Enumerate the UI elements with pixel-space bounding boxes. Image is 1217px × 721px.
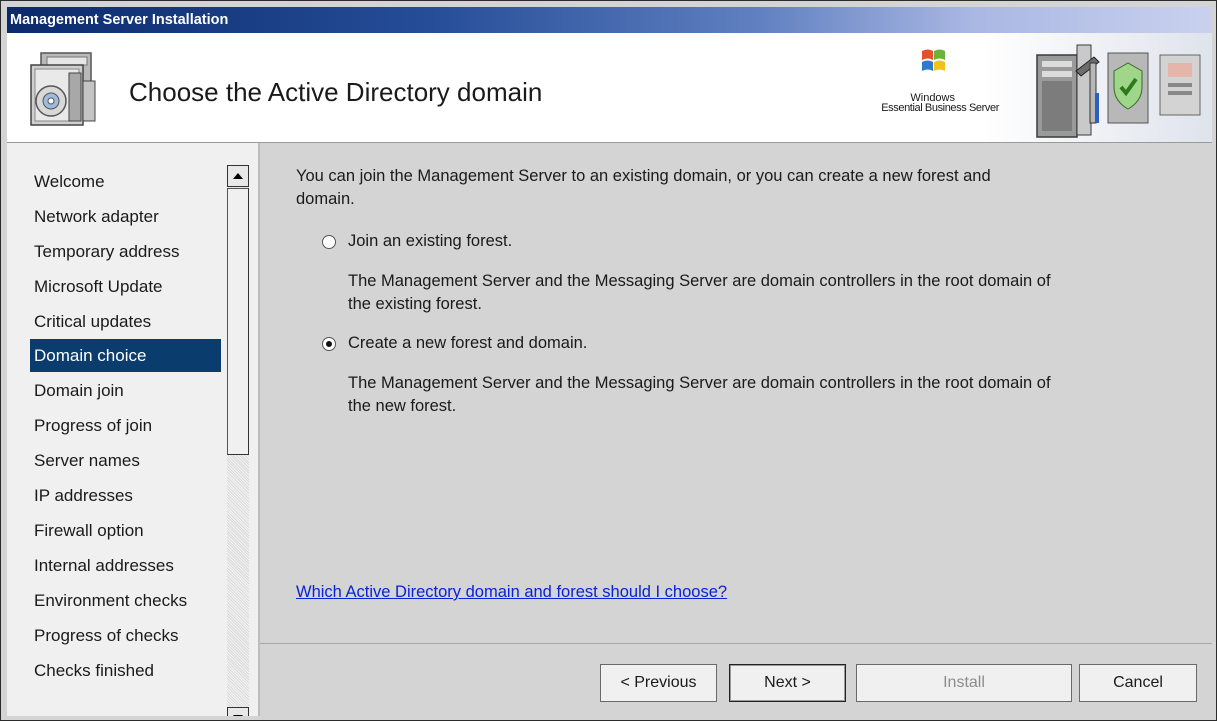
sidebar-item-temporary-address[interactable]: Temporary address [30, 235, 221, 268]
next-button[interactable]: Next > [729, 664, 846, 702]
sidebar-item-label: Progress of checks [34, 626, 179, 645]
scroll-down-button[interactable] [227, 707, 249, 716]
sidebar-item-checks-finished[interactable]: Checks finished [30, 654, 221, 687]
steps-sidebar: Welcome Network adapter Temporary addres… [7, 143, 260, 716]
brand-banner-image [862, 33, 1212, 142]
button-bar: < Previous Next > Install Cancel [260, 643, 1212, 716]
sidebar-item-internal-addresses[interactable]: Internal addresses [30, 549, 221, 582]
sidebar-item-label: IP addresses [34, 486, 133, 505]
radio-create-new-forest[interactable] [322, 337, 336, 351]
sidebar-item-welcome[interactable]: Welcome [30, 165, 221, 198]
sidebar-item-label: Network adapter [34, 207, 159, 226]
option-description-line2: the existing forest. [348, 295, 482, 313]
window-title: Management Server Installation [10, 12, 229, 28]
install-button[interactable]: Install [856, 664, 1072, 702]
setup-package-icon [30, 52, 96, 126]
scrollbar-thumb[interactable] [227, 188, 249, 455]
sidebar-item-label: Welcome [34, 172, 105, 191]
sidebar-item-ip-addresses[interactable]: IP addresses [30, 479, 221, 512]
sidebar-item-environment-checks[interactable]: Environment checks [30, 584, 221, 617]
sidebar-item-label: Temporary address [34, 242, 180, 261]
sidebar-item-domain-choice[interactable]: Domain choice [30, 339, 221, 372]
page-header: Choose the Active Directory domain Windo… [7, 33, 1212, 143]
scroll-up-button[interactable] [227, 165, 249, 187]
arrow-down-icon [233, 715, 243, 716]
help-link[interactable]: Which Active Directory domain and forest… [296, 581, 727, 604]
option-description-line1: The Management Server and the Messaging … [348, 374, 1051, 392]
option-label[interactable]: Create a new forest and domain. [348, 332, 587, 355]
option-description-line2: the new forest. [348, 397, 457, 415]
arrow-up-icon [233, 173, 243, 179]
installer-window: Management Server Installation Choose th… [0, 0, 1217, 721]
sidebar-item-label: Domain join [34, 381, 124, 400]
sidebar-item-label: Microsoft Update [34, 277, 163, 296]
sidebar-item-label: Checks finished [34, 661, 155, 680]
radio-selected-dot [326, 341, 332, 347]
sidebar-item-microsoft-update[interactable]: Microsoft Update [30, 270, 221, 303]
sidebar-item-label: Internal addresses [34, 556, 174, 575]
cancel-button[interactable]: Cancel [1079, 664, 1197, 702]
previous-button[interactable]: < Previous [600, 664, 717, 702]
sidebar-item-server-names[interactable]: Server names [30, 444, 221, 477]
sidebar-scrollbar[interactable] [227, 165, 249, 716]
radio-join-existing-forest[interactable] [322, 235, 336, 249]
intro-text-line1: You can join the Management Server to an… [296, 167, 991, 185]
option-description-line1: The Management Server and the Messaging … [348, 272, 1051, 290]
content-panel: You can join the Management Server to an… [260, 143, 1212, 643]
page-title: Choose the Active Directory domain [129, 77, 543, 107]
help-link-text[interactable]: Which Active Directory domain and forest… [296, 583, 727, 601]
sidebar-item-label: Progress of join [34, 416, 153, 435]
sidebar-item-label: Firewall option [34, 521, 144, 540]
intro-text-line2: domain. [296, 190, 355, 208]
sidebar-item-label: Domain choice [34, 346, 147, 365]
sidebar-item-firewall-option[interactable]: Firewall option [30, 514, 221, 547]
sidebar-item-network-adapter[interactable]: Network adapter [30, 200, 221, 233]
brand-name-line2: Essential Business Server [881, 102, 999, 114]
option-label[interactable]: Join an existing forest. [348, 230, 512, 253]
sidebar-item-label: Environment checks [34, 591, 188, 610]
sidebar-item-domain-join[interactable]: Domain join [30, 374, 221, 407]
sidebar-item-progress-of-join[interactable]: Progress of join [30, 409, 221, 442]
sidebar-item-label: Critical updates [34, 312, 152, 331]
title-bar: Management Server Installation [7, 7, 1212, 33]
sidebar-item-progress-of-checks[interactable]: Progress of checks [30, 619, 221, 652]
sidebar-item-critical-updates[interactable]: Critical updates [30, 305, 221, 338]
sidebar-item-label: Server names [34, 451, 140, 470]
